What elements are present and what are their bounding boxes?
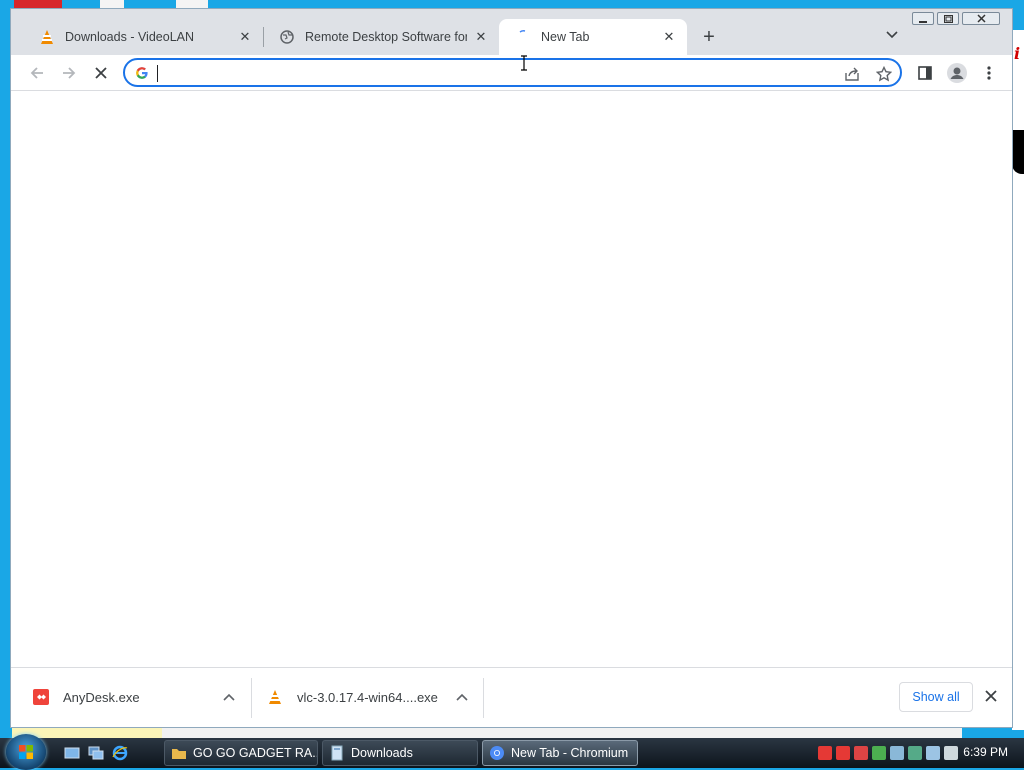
vlc-cone-icon	[39, 29, 55, 45]
vlc-cone-icon	[267, 689, 283, 705]
menu-button[interactable]	[977, 62, 1001, 84]
forward-button[interactable]	[57, 62, 81, 84]
omnibox-input[interactable]	[155, 63, 839, 85]
browser-toolbar	[11, 55, 1012, 91]
taskbar-item-folder[interactable]: GO GO GADGET RA...	[164, 740, 318, 766]
network-tray-icon[interactable]	[890, 746, 904, 760]
switch-windows-icon[interactable]	[88, 745, 104, 761]
taskbar-item-label: GO GO GADGET RA...	[193, 746, 318, 760]
tab-title: New Tab	[541, 30, 590, 44]
taskbar-clock[interactable]: 6:39 PM	[963, 745, 1008, 759]
profile-icon	[947, 63, 967, 83]
close-tab-icon[interactable]: ✕	[661, 29, 677, 45]
star-icon	[876, 66, 892, 82]
stop-loading-icon	[95, 67, 107, 79]
tab-title: Remote Desktop Software for Wi	[305, 30, 467, 44]
anydesk-icon	[33, 689, 49, 705]
update-tray-icon[interactable]	[908, 746, 922, 760]
back-button[interactable]	[25, 62, 49, 84]
close-icon	[985, 690, 997, 702]
tab-downloads-videolan[interactable]: Downloads - VideoLAN ✕	[23, 19, 263, 55]
taskbar-item-label: New Tab - Chromium	[511, 746, 629, 760]
back-arrow-icon	[30, 67, 43, 79]
chevron-up-icon[interactable]	[454, 689, 470, 705]
desktop-window-peek-right: i	[1012, 30, 1024, 730]
show-desktop-icon[interactable]	[64, 745, 80, 761]
close-tab-icon[interactable]: ✕	[473, 29, 489, 45]
close-tab-icon[interactable]: ✕	[237, 29, 253, 45]
text-cursor-icon	[521, 55, 527, 71]
share-button[interactable]	[843, 65, 861, 83]
taskbar-item-label: Downloads	[351, 746, 413, 760]
volume-muted-icon[interactable]	[944, 746, 958, 760]
window-icon	[331, 745, 343, 761]
background-window-peek	[162, 728, 962, 738]
download-filename: vlc-3.0.17.4-win64....exe	[297, 689, 438, 705]
close-window-button[interactable]	[962, 12, 1000, 25]
tab-strip: Downloads - VideoLAN ✕ Remote Desktop So…	[11, 9, 1012, 55]
stop-button[interactable]	[89, 62, 113, 84]
taskbar-item-downloads[interactable]: Downloads	[322, 740, 478, 766]
tab-title: Downloads - VideoLAN	[65, 30, 195, 44]
bookmark-star-button[interactable]	[875, 65, 893, 83]
restore-button[interactable]	[937, 12, 959, 25]
logo-fragment: i	[1014, 44, 1021, 63]
app-tray-icon[interactable]	[854, 746, 868, 760]
download-divider	[483, 678, 484, 718]
page-content	[11, 91, 1012, 667]
new-tab-button[interactable]: +	[697, 27, 721, 49]
google-g-icon	[136, 67, 148, 79]
download-item-vlc[interactable]: vlc-3.0.17.4-win64....exe	[267, 668, 470, 726]
minimize-button[interactable]	[912, 12, 934, 25]
internet-explorer-icon[interactable]	[112, 745, 128, 761]
decorative-shape	[1012, 130, 1024, 174]
tab-search-icon[interactable]	[885, 29, 903, 45]
forward-arrow-icon	[63, 67, 76, 79]
side-panel-button[interactable]	[913, 62, 937, 84]
side-panel-icon	[918, 66, 932, 80]
close-icon	[976, 14, 986, 23]
folder-icon	[172, 749, 186, 759]
start-button[interactable]	[6, 734, 46, 770]
omnibox[interactable]	[123, 58, 902, 87]
browser-window: Downloads - VideoLAN ✕ Remote Desktop So…	[10, 8, 1013, 728]
restore-icon	[943, 14, 953, 23]
close-shelf-button[interactable]	[983, 688, 999, 704]
chromium-icon	[490, 746, 504, 760]
download-shelf: AnyDesk.exe vlc-3.0.17.4-win64....exe Sh…	[11, 667, 1012, 727]
taskbar-item-chromium[interactable]: New Tab - Chromium	[482, 740, 638, 766]
download-item-anydesk[interactable]: AnyDesk.exe	[33, 668, 237, 726]
anydesk-tray-icon[interactable]	[818, 746, 832, 760]
download-filename: AnyDesk.exe	[63, 689, 140, 705]
profile-button[interactable]	[945, 62, 969, 84]
taskbar: GO GO GADGET RA... Downloads New Tab - C…	[0, 734, 1024, 770]
chevron-up-icon[interactable]	[221, 689, 237, 705]
display-tray-icon[interactable]	[926, 746, 940, 760]
anydesk-tray-icon-2[interactable]	[836, 746, 850, 760]
minimize-icon	[919, 20, 927, 23]
window-controls	[912, 12, 1000, 25]
menu-kebab-icon	[987, 66, 991, 80]
share-icon	[845, 67, 859, 81]
download-divider	[251, 678, 252, 718]
tab-new-tab[interactable]: New Tab ✕	[499, 19, 687, 55]
tab-remote-desktop[interactable]: Remote Desktop Software for Wi ✕	[263, 19, 499, 55]
security-tray-icon[interactable]	[872, 746, 886, 760]
globe-icon	[279, 29, 295, 45]
loading-spinner-icon	[515, 29, 531, 45]
windows-logo-icon	[19, 745, 33, 759]
show-all-button[interactable]: Show all	[899, 682, 973, 712]
